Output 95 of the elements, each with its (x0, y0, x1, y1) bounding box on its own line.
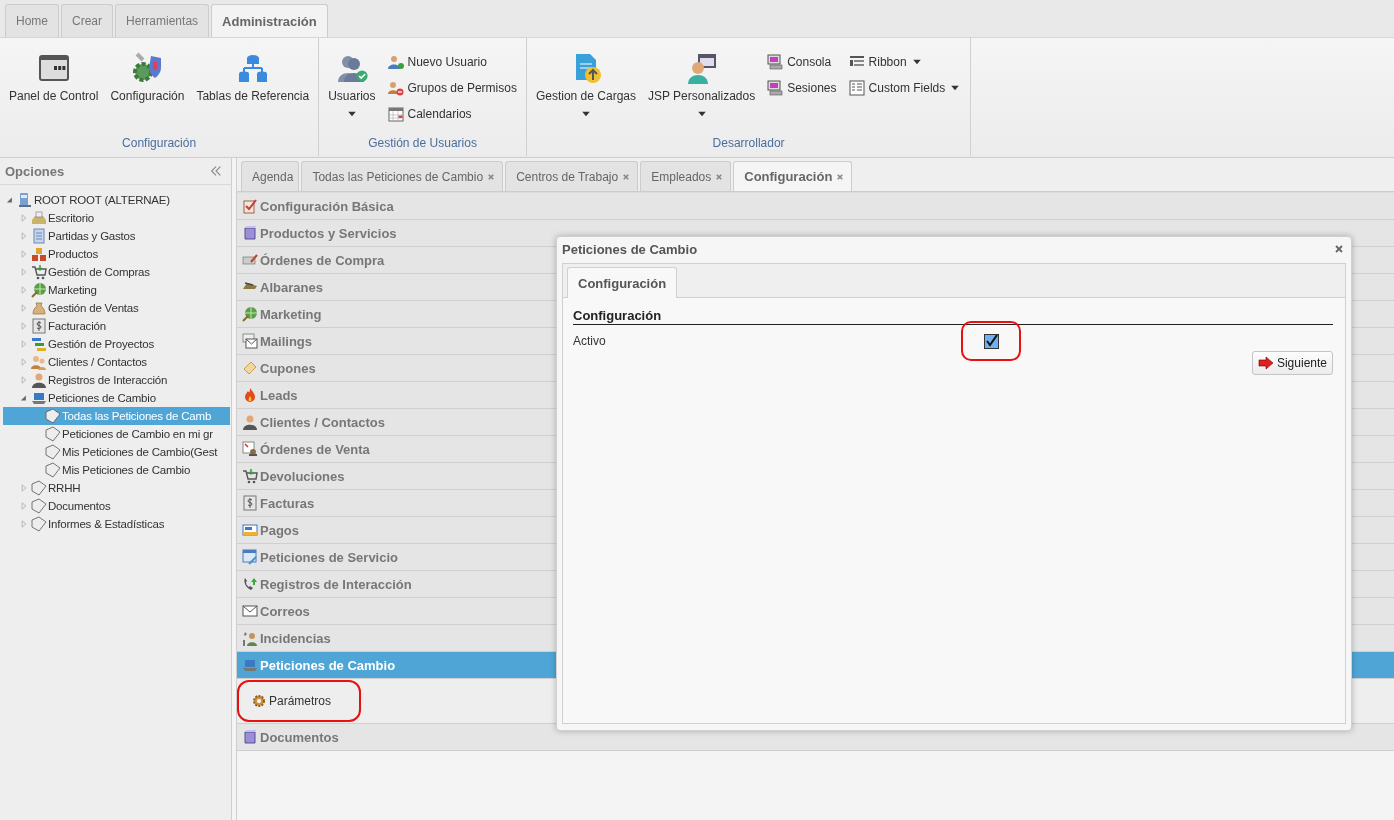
user-group-icon (387, 80, 404, 96)
tab[interactable]: Configuración (733, 161, 853, 191)
ribbon-button[interactable]: Ribbon (846, 52, 964, 72)
field-label: Activo (573, 334, 607, 348)
tree-item[interactable]: Partidas y Gastos (3, 227, 230, 245)
ribbon-button[interactable]: Nuevo Usuario (385, 52, 519, 72)
close-button[interactable] (1333, 243, 1345, 255)
phone-icon (242, 576, 258, 592)
ribbon-button[interactable]: Consola (765, 52, 839, 72)
credit-card-icon (242, 522, 258, 538)
person-icon (242, 414, 258, 430)
inbox-icon (31, 210, 47, 226)
table-icon (848, 80, 865, 96)
ribbon-button[interactable]: Panel de Control (4, 48, 104, 107)
tab[interactable]: Centros de Trabajo (505, 161, 639, 191)
section-heading: Configuración (573, 308, 1333, 325)
tree-item[interactable]: Peticiones de Cambio (3, 389, 230, 407)
tree-item[interactable]: Gestión de Ventas (3, 299, 230, 317)
ribbon-button[interactable]: Configuración (105, 48, 190, 107)
terminal-icon (767, 54, 784, 70)
developer-icon (685, 52, 718, 84)
globe-icon (31, 282, 47, 298)
tree-item[interactable]: Peticiones de Cambio en mi gr (3, 425, 230, 443)
tree-item[interactable]: Escritorio (3, 209, 230, 227)
tree-item[interactable]: RRHH (3, 479, 230, 497)
tree-item[interactable]: ROOT ROOT (ALTERNAE) (3, 191, 230, 209)
invoice-icon (242, 495, 258, 511)
tree-item[interactable]: Gestión de Proyectos (3, 335, 230, 353)
tab[interactable]: Configuración (567, 267, 678, 298)
group-title: Gestión de Usuarios (367, 135, 478, 150)
terminal-icon (767, 80, 784, 96)
tree-item[interactable]: Mis Peticiones de Cambio(Gest (3, 443, 230, 461)
tab[interactable]: Todas las Peticiones de Cambio (301, 161, 504, 191)
ribbon-button[interactable]: Usuarios (323, 48, 381, 124)
tree-item[interactable]: Informes & Estadísticas (3, 515, 230, 533)
ribbon-button[interactable]: Grupos de Permisos (385, 78, 519, 98)
collapse-arrow-icon (19, 393, 29, 403)
computer-icon (17, 192, 33, 208)
tree-item[interactable]: Registros de Interacción (3, 371, 230, 389)
tab[interactable]: Empleados (640, 161, 732, 191)
ribbon-button[interactable]: JSP Personalizados (643, 48, 761, 124)
tree-item[interactable]: Clientes / Contactos (3, 353, 230, 371)
ribbon-tab[interactable]: Herramientas (115, 4, 210, 37)
ribbon-button[interactable]: Gestion de Cargas (530, 48, 641, 124)
mail-icon (242, 333, 258, 349)
user-icon (387, 54, 404, 70)
ribbon-button[interactable]: Custom Fields (846, 78, 964, 98)
flame-icon (242, 387, 258, 403)
envelope-icon (242, 603, 258, 619)
ribbon-tab[interactable]: Crear (61, 4, 114, 37)
laptop-icon (31, 390, 47, 406)
ribbon-tab[interactable]: Administración (211, 4, 328, 37)
person-icon (31, 372, 47, 388)
document-icon (31, 228, 47, 244)
tab[interactable]: Agenda (241, 161, 300, 191)
cart-icon (242, 468, 258, 484)
close-icon (1333, 243, 1345, 255)
globe-icon (242, 306, 258, 322)
checkbox[interactable] (983, 333, 999, 349)
tree-item[interactable]: Documentos (3, 497, 230, 515)
box-icon (242, 729, 258, 745)
cart-icon (31, 264, 47, 280)
settings-icon (131, 52, 164, 84)
ticket-icon (242, 360, 258, 376)
calendar-icon (387, 106, 404, 122)
list-item[interactable]: Parámetros (251, 693, 332, 709)
invoice-icon (31, 318, 47, 334)
next-button[interactable]: Siguiente (1251, 351, 1333, 375)
panel-title: Opciones (5, 163, 65, 179)
tree-item[interactable]: Facturación (3, 317, 230, 335)
gear-icon (251, 693, 267, 709)
gantt-icon (31, 336, 47, 352)
people-icon (31, 354, 47, 370)
collapse-button[interactable] (209, 164, 223, 178)
checklist-icon (242, 198, 258, 214)
group-title: Configuración (121, 135, 198, 150)
arrow-icon (1257, 355, 1274, 371)
accordion-header[interactable]: Configuración Básica (237, 193, 1394, 220)
order-form-icon (242, 252, 258, 268)
group-title: Desarrollador (711, 135, 786, 150)
laptop-icon (242, 657, 258, 673)
form-icon (242, 549, 258, 565)
ribbon-button[interactable]: Sesiones (765, 78, 839, 98)
boxes-icon (31, 246, 47, 262)
money-bag-icon (31, 300, 47, 316)
stamped-document-icon (242, 441, 258, 457)
tree-item[interactable]: Mis Peticiones de Cambio (3, 461, 230, 479)
tree-item[interactable]: Productos (3, 245, 230, 263)
tree-item[interactable]: Marketing (3, 281, 230, 299)
collapse-icon (209, 164, 223, 178)
ribbon-button[interactable]: Tablas de Referencia (191, 48, 315, 107)
tree-item[interactable]: Gestión de Compras (3, 263, 230, 281)
ribbon-button[interactable]: Calendarios (385, 104, 519, 124)
collapse-arrow-icon (5, 195, 15, 205)
box-icon (242, 225, 258, 241)
